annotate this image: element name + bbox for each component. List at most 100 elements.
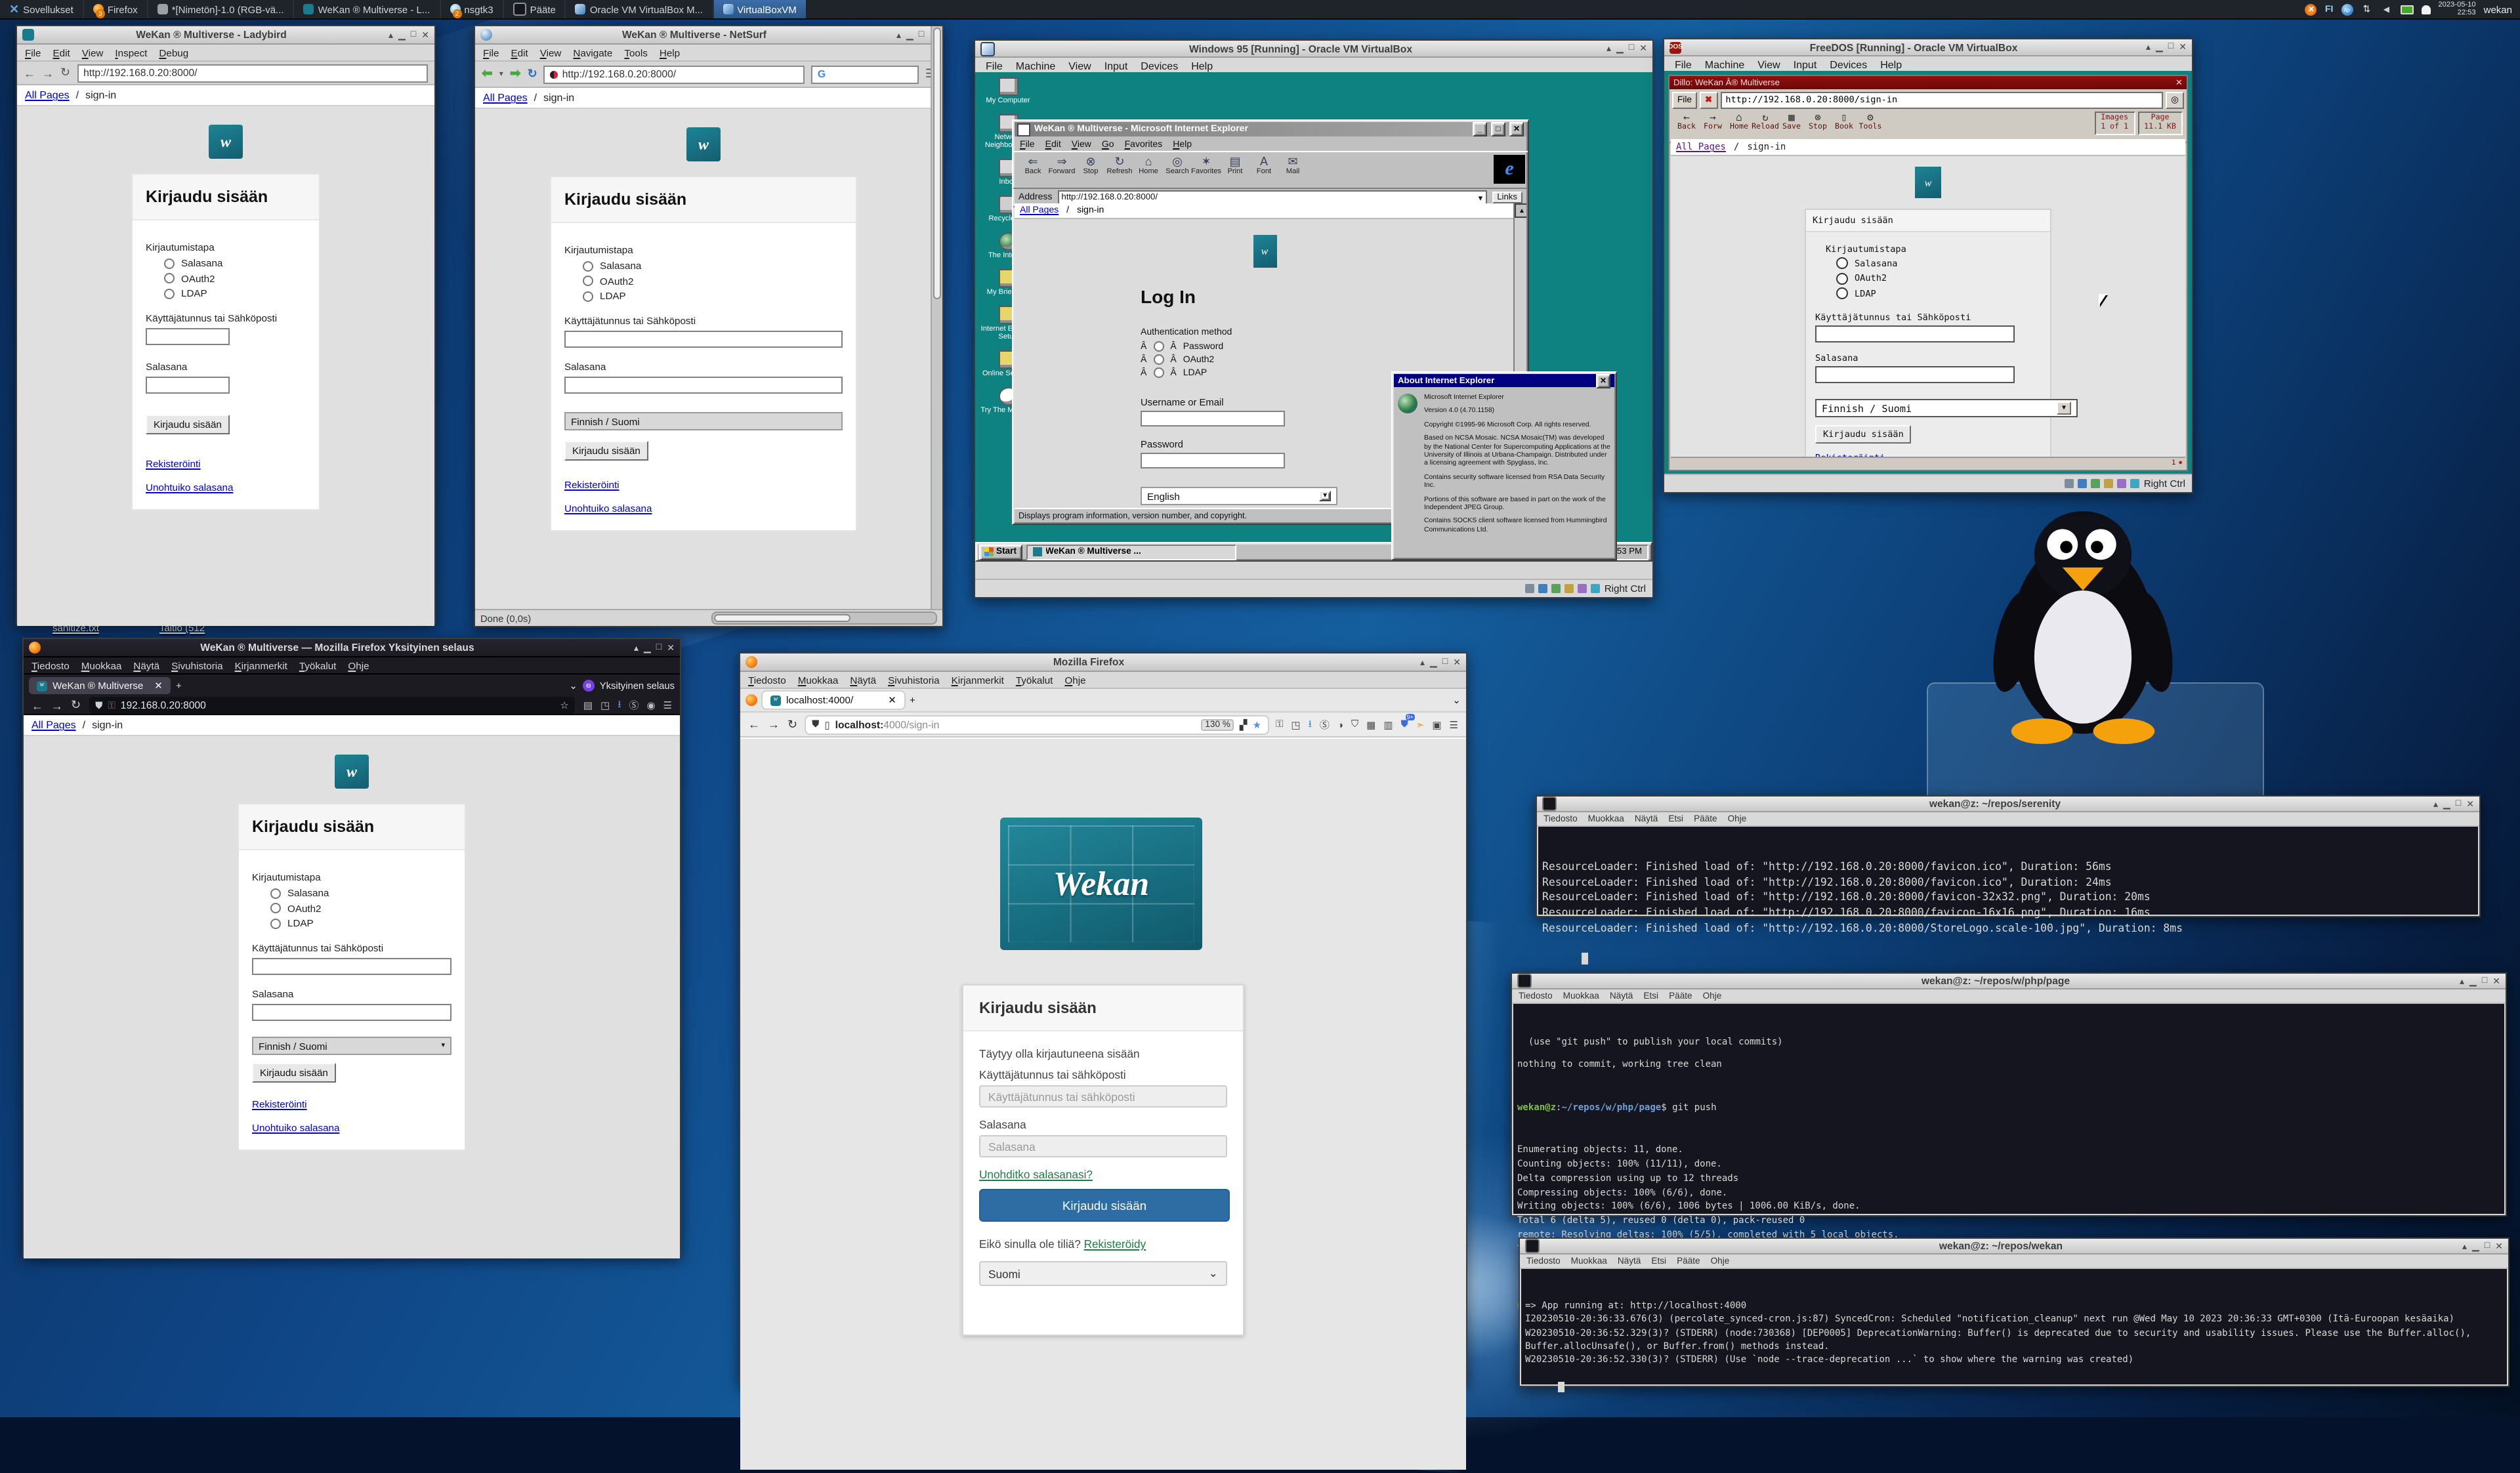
menu-item[interactable]: Ohje	[1728, 814, 1747, 823]
username-input[interactable]	[1141, 411, 1285, 426]
menu-icon[interactable]: ☰	[663, 699, 672, 711]
username-input[interactable]	[1815, 325, 2015, 342]
panel-window-button[interactable]: *[Nimetön]-1.0 (RGB-vä...	[147, 0, 293, 18]
tab-close-icon[interactable]: ✕	[154, 680, 163, 692]
shade-button[interactable]: ▴	[2460, 976, 2464, 986]
ie-toolbar-button[interactable]: ↻ Refresh	[1105, 155, 1134, 176]
menu-item[interactable]: Help	[660, 47, 680, 58]
menu-item[interactable]: Input	[1104, 60, 1128, 72]
menu-item[interactable]: Etsi	[1643, 991, 1658, 1001]
user-menu[interactable]: wekan	[2484, 3, 2512, 15]
menu-item[interactable]: Muokkaa	[1571, 1256, 1607, 1266]
volume-icon[interactable]: ◀	[2380, 3, 2392, 15]
signin-button[interactable]: Kirjaudu sisään	[1815, 425, 1912, 444]
panel-window-button[interactable]: Oracle VM VirtualBox M...	[565, 0, 712, 18]
vm-titlebar[interactable]: Windows 95 [Running] - Oracle VM Virtual…	[975, 41, 1652, 58]
shade-button[interactable]: ▴	[2433, 799, 2438, 809]
about-dialog-titlebar[interactable]: About Internet Explorer ✕	[1394, 374, 1614, 387]
ie-toolbar-button[interactable]: ▤ Print	[1221, 155, 1250, 176]
radio-option[interactable]: OAuth2	[1836, 272, 2041, 284]
minimize-button[interactable]: ▁	[398, 30, 406, 40]
bug-icon[interactable]: ●	[2178, 459, 2183, 467]
panel-window-button[interactable]: WeKan ® Multiverse - L...	[293, 0, 440, 18]
menu-item[interactable]: Ohje	[1711, 1256, 1730, 1266]
shield-icon[interactable]: ⛊	[95, 699, 102, 712]
menu-item[interactable]: Näytä	[133, 659, 159, 671]
back-icon[interactable]: ←	[748, 718, 760, 731]
scroll-up-icon[interactable]: ▲	[1515, 203, 1526, 218]
shade-button[interactable]: ▴	[896, 30, 901, 40]
ie-toolbar-button[interactable]: ✉ Mail	[1278, 155, 1307, 176]
puzzle-icon[interactable]: ▣	[1432, 718, 1441, 730]
menu-item[interactable]: Machine	[1016, 60, 1056, 72]
minimize-button[interactable]: ▁	[906, 30, 914, 40]
shade-button[interactable]: ▴	[1420, 657, 1425, 667]
dillo-toolbar-button[interactable]: ▯ Book	[1831, 112, 1857, 131]
menu-item[interactable]: Pääte	[1669, 991, 1692, 1001]
taskbar-task-button[interactable]: WeKan ® Multiverse ...	[1026, 544, 1236, 560]
insecure-lock-icon[interactable]: ⚿	[108, 699, 115, 712]
extensions-grid-icon[interactable]: ▦	[1366, 718, 1376, 730]
recording-status-icon[interactable]	[1591, 584, 1601, 593]
select-dropdown-icon[interactable]: ▼	[1319, 491, 1331, 501]
menu-item[interactable]: Tiedosto	[748, 674, 786, 686]
signin-button[interactable]: Kirjaudu sisään	[252, 1063, 336, 1083]
shield-icon[interactable]: ⛊	[812, 718, 819, 731]
panel-window-button[interactable]: VirtualBoxVM	[712, 0, 806, 18]
extension-circle-icon[interactable]: ◑	[1337, 718, 1343, 730]
breadcrumb-all-pages-link[interactable]: All Pages	[483, 92, 528, 104]
usb-status-icon[interactable]	[2105, 479, 2114, 488]
maximize-button[interactable]: □	[411, 30, 416, 40]
tab-localhost[interactable]: w localhost:4000/ ✕	[763, 692, 904, 709]
menu-item[interactable]: Etsi	[1668, 814, 1683, 823]
network-status-icon[interactable]	[2091, 479, 2101, 488]
maximize-button[interactable]: □	[2482, 976, 2487, 986]
download-icon[interactable]: ⭳	[618, 697, 621, 714]
menu-item[interactable]: View	[1068, 60, 1091, 72]
shade-button[interactable]: ▴	[634, 642, 639, 653]
menu-item[interactable]: Inspect	[115, 47, 147, 58]
menu-item[interactable]: Edit	[511, 47, 528, 58]
menu-item[interactable]: Edit	[53, 47, 70, 58]
minimize-button[interactable]: ▁	[1616, 43, 1624, 54]
sidebar-icon[interactable]: ▥	[1383, 718, 1393, 730]
breadcrumb-all-pages-link[interactable]: All Pages	[1676, 142, 1726, 152]
dillo-toolbar-button[interactable]: ⊗ Stop	[1805, 112, 1831, 131]
radio-option[interactable]: LDAP	[270, 917, 452, 929]
panel-window-button[interactable]: Pääte	[503, 0, 565, 18]
lock-icon[interactable]: ⚿	[1276, 718, 1283, 731]
forward-icon[interactable]: →	[42, 66, 54, 79]
menu-item[interactable]: Devices	[1830, 58, 1867, 70]
forward-icon[interactable]: →	[51, 699, 63, 712]
menu-item[interactable]: Pääte	[1677, 1256, 1700, 1266]
links-button[interactable]: Links	[1492, 192, 1522, 203]
network-status-icon[interactable]	[1552, 584, 1561, 593]
panel-window-button[interactable]: 3 Firefox	[83, 0, 147, 18]
cd-status-icon[interactable]	[1539, 584, 1548, 593]
username-input[interactable]	[252, 958, 452, 975]
back-icon[interactable]: ←	[24, 66, 35, 79]
back-icon[interactable]: ←	[32, 699, 43, 712]
search-field[interactable]: G	[811, 65, 919, 83]
menu-item[interactable]: Tiedosto	[32, 659, 70, 671]
menu-item[interactable]: Help	[1880, 58, 1902, 70]
hdd-status-icon[interactable]	[2065, 479, 2074, 488]
back-icon[interactable]: ⬅	[482, 67, 493, 81]
signin-button[interactable]: Kirjaudu sisään	[146, 415, 230, 434]
username-input[interactable]	[146, 328, 230, 345]
new-tab-button[interactable]: +	[910, 694, 915, 706]
ladybird-titlebar[interactable]: WeKan ® Multiverse - Ladybird ▴▁□✕	[17, 26, 434, 45]
menu-item[interactable]: File	[483, 47, 499, 58]
reload-icon[interactable]: ↻	[60, 66, 70, 80]
language-select[interactable]: Finnish / Suomi	[564, 412, 843, 430]
forgot-password-link[interactable]: Unohtuiko salasana	[146, 482, 233, 493]
maximize-button[interactable]: □	[656, 642, 662, 653]
win95-desktop-icon[interactable]: My Computer	[978, 77, 1038, 105]
close-button[interactable]: ✕	[2179, 42, 2187, 52]
pocket-icon[interactable]: ◳	[1291, 718, 1300, 730]
back-dropdown-icon[interactable]: ▾	[499, 70, 503, 79]
terminal-titlebar[interactable]: wekan@z: ~/repos/w/php/page ▴▁□✕	[1512, 974, 2506, 989]
menu-item[interactable]: Kirjanmerkit	[952, 674, 1004, 686]
menu-item[interactable]: Kirjanmerkit	[235, 659, 287, 671]
zoom-level-button[interactable]: 130 %	[1201, 718, 1234, 730]
